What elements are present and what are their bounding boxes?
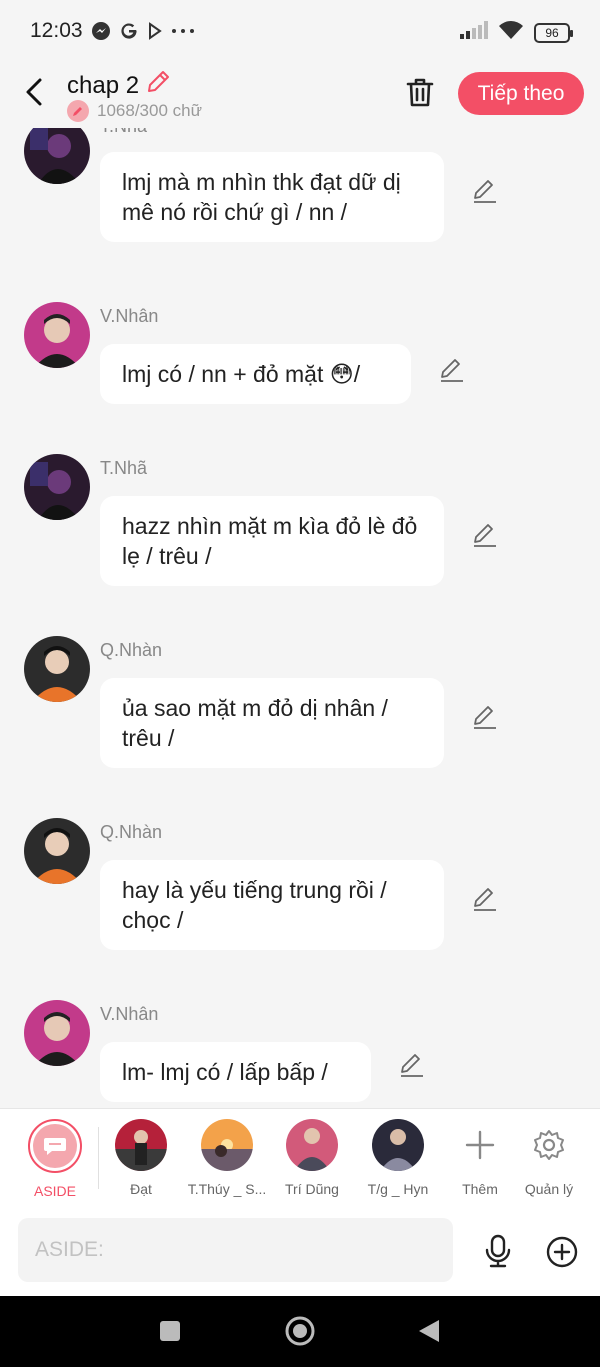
mic-button[interactable] — [482, 1234, 514, 1268]
character-label: T.Thúy _ S... — [187, 1181, 267, 1197]
battery-indicator: 96 — [534, 23, 573, 43]
avatar — [115, 1119, 167, 1171]
more-dots-icon — [171, 28, 195, 34]
edit-icon[interactable] — [439, 357, 465, 383]
pen-badge-icon — [67, 100, 89, 122]
triangle-back-icon — [419, 1320, 439, 1342]
message-input[interactable] — [18, 1218, 453, 1282]
character-tri-dung[interactable]: Trí Dũng — [267, 1119, 357, 1197]
message-bubble[interactable]: hazz nhìn mặt m kìa đỏ lè đỏ lẹ / trêu / — [100, 496, 444, 586]
recents-button[interactable] — [155, 1316, 185, 1346]
avatar[interactable] — [24, 302, 90, 368]
chapter-title-text: chap 2 — [67, 71, 140, 99]
character-aside[interactable]: ASIDE — [10, 1119, 100, 1199]
character-label: ASIDE — [33, 1183, 76, 1199]
wifi-icon — [498, 20, 524, 46]
edit-icon[interactable] — [399, 1052, 425, 1078]
next-button[interactable]: Tiếp theo — [458, 72, 584, 115]
microphone-icon — [485, 1234, 511, 1268]
speaker-name: T.Nhã — [100, 128, 147, 137]
avatar — [372, 1119, 424, 1171]
character-label: Quản lý — [524, 1181, 574, 1197]
delete-button[interactable] — [404, 76, 436, 108]
word-count-text: 1068/300 chữ — [97, 101, 202, 120]
character-label: T/g _ Hyn — [367, 1181, 429, 1197]
square-icon — [160, 1321, 180, 1341]
character-bar: ASIDE Đạt T.Thúy _ S... Trí Dũng T/g _ H… — [0, 1108, 600, 1206]
character-label: Đạt — [130, 1181, 152, 1197]
edit-icon[interactable] — [472, 886, 498, 912]
character-tg-hyn[interactable]: T/g _ Hyn — [353, 1119, 443, 1197]
back-nav-button[interactable] — [415, 1316, 445, 1346]
plus-circle-icon — [546, 1236, 578, 1268]
character-label: Trí Dũng — [285, 1181, 339, 1197]
system-nav-bar — [0, 1296, 600, 1367]
speaker-name: T.Nhã — [100, 458, 148, 478]
avatar — [201, 1119, 253, 1171]
add-button[interactable] — [546, 1236, 578, 1268]
avatar[interactable] — [24, 454, 90, 520]
edit-icon[interactable] — [472, 522, 498, 548]
aside-avatar — [28, 1119, 82, 1173]
input-bar — [0, 1206, 600, 1296]
pencil-icon[interactable] — [145, 69, 171, 102]
status-bar: 12:03 96 — [0, 0, 600, 62]
message-bubble[interactable]: hay là yếu tiếng trung rồi / chọc / — [100, 860, 444, 950]
chevron-left-icon — [26, 78, 42, 106]
character-dat[interactable]: Đạt — [96, 1119, 186, 1197]
manage-button[interactable]: Quản lý — [504, 1119, 594, 1197]
google-icon — [119, 21, 139, 41]
aside-inner — [33, 1124, 77, 1168]
circle-icon — [285, 1316, 315, 1346]
avatar[interactable] — [24, 818, 90, 884]
gear-icon — [523, 1119, 575, 1171]
edit-icon[interactable] — [472, 178, 498, 204]
back-button[interactable] — [20, 76, 52, 108]
messenger-icon — [91, 21, 111, 41]
status-right: 96 — [460, 20, 573, 46]
chat-bubble-icon — [44, 1138, 66, 1155]
speaker-name: V.Nhân — [100, 306, 159, 326]
plus-icon — [454, 1119, 506, 1171]
message-bubble[interactable]: lmj mà m nhìn thk đạt dữ dị mê nó rồi ch… — [100, 152, 444, 242]
home-button[interactable] — [285, 1316, 315, 1346]
message-bubble[interactable]: ủa sao mặt m đỏ dị nhân / trêu / — [100, 678, 444, 768]
character-t-thuy[interactable]: T.Thúy _ S... — [182, 1119, 272, 1197]
speaker-name: V.Nhân — [100, 1004, 159, 1024]
message-bubble[interactable]: lm- lmj có / lấp bấp / — [100, 1042, 371, 1102]
speaker-name: Q.Nhàn — [100, 822, 163, 842]
trash-icon — [406, 78, 434, 107]
avatar[interactable] — [24, 128, 90, 184]
header: chap 2 1068/300 chữ Tiếp theo — [0, 62, 600, 128]
play-icon — [147, 22, 163, 40]
avatar[interactable] — [24, 1000, 90, 1066]
speaker-name: Q.Nhàn — [100, 640, 163, 660]
signal-icon — [460, 21, 488, 45]
avatar — [286, 1119, 338, 1171]
edit-icon[interactable] — [472, 704, 498, 730]
word-count: 1068/300 chữ — [67, 100, 202, 122]
message-bubble[interactable]: lmj có / nn + đỏ mặt 😳/ — [100, 344, 411, 404]
status-time: 12:03 — [30, 19, 83, 42]
chat-area[interactable]: T.Nhã lmj mà m nhìn thk đạt dữ dị mê nó … — [0, 128, 600, 1108]
avatar[interactable] — [24, 636, 90, 702]
chapter-title[interactable]: chap 2 — [67, 69, 171, 102]
